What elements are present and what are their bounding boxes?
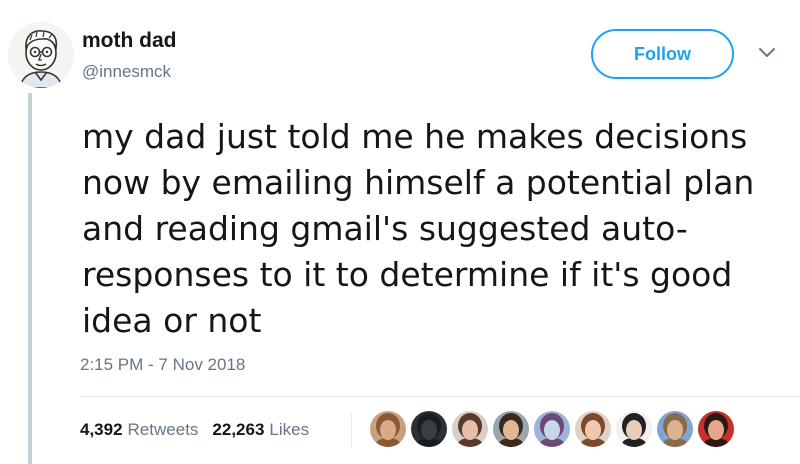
divider: [80, 396, 800, 397]
liker-avatar[interactable]: [698, 411, 734, 447]
person-avatar-icon: [370, 411, 406, 447]
person-avatar-icon: [698, 411, 734, 447]
tweet-timestamp[interactable]: 2:15 PM - 7 Nov 2018: [80, 355, 245, 375]
thread-line: [28, 93, 32, 464]
retweets-count: 4,392: [80, 420, 123, 439]
tweet-stats: 4,392 Retweets 22,263 Likes: [80, 420, 309, 440]
person-avatar-icon: [616, 411, 652, 447]
likes-count: 22,263: [212, 420, 265, 439]
liker-avatar[interactable]: [534, 411, 570, 447]
person-avatar-icon: [411, 411, 447, 447]
author-handle[interactable]: @innesmck: [82, 62, 171, 82]
tweet-text-line: now by emailing himself a potential plan: [82, 163, 755, 202]
liker-avatar[interactable]: [411, 411, 447, 447]
person-avatar-icon: [575, 411, 611, 447]
liker-avatar[interactable]: [575, 411, 611, 447]
author-avatar[interactable]: [8, 22, 74, 88]
liker-avatar[interactable]: [657, 411, 693, 447]
person-avatar-icon: [534, 411, 570, 447]
liker-avatar[interactable]: [493, 411, 529, 447]
cartoon-man-avatar-icon: [8, 22, 74, 88]
tweet-text-line: my dad just told me he makes decisions: [82, 117, 748, 156]
likes-label: Likes: [269, 420, 310, 439]
likes-stat[interactable]: 22,263 Likes: [212, 420, 309, 440]
liker-avatar[interactable]: [452, 411, 488, 447]
tweet-text: my dad just told me he makes decisions n…: [82, 114, 787, 344]
person-avatar-icon: [452, 411, 488, 447]
tweet-text-line: idea or not: [82, 301, 262, 340]
stats-separator: [351, 412, 352, 448]
retweets-stat[interactable]: 4,392 Retweets: [80, 420, 198, 440]
retweets-label: Retweets: [127, 420, 199, 439]
follow-button[interactable]: Follow: [591, 29, 734, 79]
person-avatar-icon: [493, 411, 529, 447]
liker-avatars: [370, 411, 739, 449]
tweet-text-line: responses to it to determine if it's goo…: [82, 255, 733, 294]
author-display-name[interactable]: moth dad: [82, 29, 177, 53]
chevron-down-icon[interactable]: [757, 46, 777, 60]
liker-avatar[interactable]: [370, 411, 406, 447]
person-avatar-icon: [657, 411, 693, 447]
liker-avatar[interactable]: [616, 411, 652, 447]
tweet-text-line: and reading gmail's suggested auto-: [82, 209, 688, 248]
